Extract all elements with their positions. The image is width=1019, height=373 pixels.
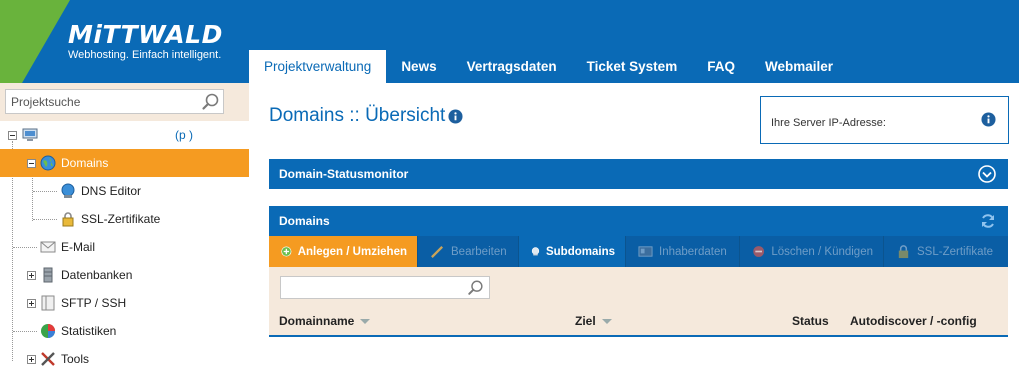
tab-ticket-system[interactable]: Ticket System: [572, 50, 693, 83]
info-icon[interactable]: [981, 112, 996, 127]
sidebar: (p ) Domains DNS Editor SSL-Zertifikate: [0, 83, 249, 373]
project-search-area: [0, 83, 249, 121]
search-icon[interactable]: [201, 92, 221, 112]
sidebar-item-label: Domains: [61, 156, 109, 170]
computer-icon: [22, 128, 38, 141]
sidebar-item-label: Tools: [61, 352, 90, 366]
subdomains-icon: [531, 247, 540, 256]
owner-data-button[interactable]: Inhaberdaten: [626, 236, 740, 267]
tree-line: [13, 247, 37, 248]
column-label: Ziel: [575, 314, 596, 328]
edit-button[interactable]: Bearbeiten: [418, 236, 519, 267]
sidebar-item-tools[interactable]: Tools: [0, 345, 249, 373]
tree-line: [33, 219, 57, 220]
tree-line: [33, 191, 57, 192]
tab-projektverwaltung[interactable]: Projektverwaltung: [249, 50, 387, 83]
tab-webmailer[interactable]: Webmailer: [750, 50, 848, 83]
refresh-icon[interactable]: [980, 213, 996, 229]
project-search-input[interactable]: [5, 89, 224, 114]
filter-area: [269, 267, 1008, 305]
sidebar-item-label: SSL-Zertifikate: [81, 212, 161, 226]
project-id[interactable]: (p ): [175, 121, 193, 149]
logo-tagline: Webhosting. Einfach intelligent.: [68, 49, 222, 61]
owner-data-label: Inhaberdaten: [659, 245, 727, 258]
id-card-icon: [638, 246, 653, 257]
sidebar-item-label: Statistiken: [61, 324, 117, 338]
subdomains-button[interactable]: Subdomains: [519, 236, 626, 267]
globe-icon: [40, 155, 56, 171]
sidebar-item-sftp-ssh[interactable]: SFTP / SSH: [0, 289, 249, 317]
column-label: Domainname: [279, 314, 355, 328]
add-domain-button[interactable]: Anlegen / Umziehen: [269, 236, 418, 267]
lock-icon: [62, 212, 74, 227]
lock-icon: [898, 245, 909, 259]
sort-icon: [601, 319, 612, 325]
sidebar-item-label: DNS Editor: [81, 184, 142, 198]
brand-stripe-edge: [22, 0, 70, 83]
server-icon: [41, 295, 55, 311]
tree-line: [13, 331, 37, 332]
pie-chart-icon: [41, 324, 55, 338]
chevron-down-icon[interactable]: [978, 165, 996, 183]
page-title: Domains :: Übersicht: [269, 105, 446, 126]
domain-filter-input[interactable]: [280, 276, 490, 299]
tab-news[interactable]: News: [386, 50, 451, 83]
expand-toggle[interactable]: [27, 271, 36, 280]
sidebar-item-statistiken[interactable]: Statistiken: [0, 317, 249, 345]
subdomains-label: Subdomains: [545, 245, 615, 258]
expand-toggle[interactable]: [27, 299, 36, 308]
sidebar-item-dns-editor[interactable]: DNS Editor: [0, 177, 249, 205]
main-content: Domains :: Übersicht Ihre Server IP-Adre…: [249, 83, 1019, 373]
sidebar-item-label: E-Mail: [61, 240, 96, 254]
domains-panel-title: Domains: [279, 214, 330, 228]
sidebar-item-datenbanken[interactable]: Datenbanken: [0, 261, 249, 289]
ssl-certificates-label: SSL-Zertifikate: [917, 245, 994, 258]
delete-label: Löschen / Kündigen: [771, 245, 873, 258]
dns-icon: [61, 183, 75, 198]
delete-icon: [753, 246, 765, 257]
main-nav: Projektverwaltung News Vertragsdaten Tic…: [249, 50, 848, 83]
tools-icon: [41, 352, 55, 366]
domains-table-header: Domainname Ziel Status Autodiscover / -c…: [269, 305, 1008, 337]
domains-panel-header: Domains: [269, 206, 1008, 236]
sidebar-item-label: SFTP / SSH: [61, 296, 127, 310]
column-ziel[interactable]: Ziel: [575, 305, 612, 337]
delete-button[interactable]: Löschen / Kündigen: [740, 236, 884, 267]
status-monitor-header[interactable]: Domain-Statusmonitor: [269, 159, 1008, 189]
header: MiTTWALD Webhosting. Einfach intelligent…: [0, 0, 1019, 83]
sort-icon: [360, 319, 371, 325]
add-domain-label: Anlegen / Umziehen: [297, 245, 407, 258]
expand-toggle[interactable]: [27, 355, 36, 364]
collapse-toggle[interactable]: [8, 131, 17, 140]
search-icon[interactable]: [467, 279, 485, 297]
sidebar-item-ssl-zertifikate[interactable]: SSL-Zertifikate: [0, 205, 249, 233]
plus-circle-icon: [281, 246, 292, 257]
column-status[interactable]: Status: [792, 305, 829, 337]
status-monitor-title: Domain-Statusmonitor: [279, 167, 409, 181]
sidebar-item-domains[interactable]: Domains: [0, 149, 249, 177]
server-ip-label: Ihre Server IP-Adresse:: [771, 117, 886, 129]
database-icon: [43, 267, 53, 283]
server-ip-box: Ihre Server IP-Adresse:: [760, 96, 1009, 144]
logo[interactable]: MiTTWALD Webhosting. Einfach intelligent…: [68, 20, 223, 62]
brand-stripe: [0, 0, 22, 83]
tab-vertragsdaten[interactable]: Vertragsdaten: [452, 50, 572, 83]
tab-faq[interactable]: FAQ: [692, 50, 750, 83]
column-domainname[interactable]: Domainname: [279, 305, 371, 337]
info-icon[interactable]: [448, 109, 463, 124]
column-autodiscover[interactable]: Autodiscover / -config: [850, 305, 977, 337]
edit-label: Bearbeiten: [451, 245, 507, 258]
pencil-icon: [431, 245, 444, 258]
sidebar-item-email[interactable]: E-Mail: [0, 233, 249, 261]
sidebar-item-label: Datenbanken: [61, 268, 133, 282]
logo-name: MiTTWALD: [68, 20, 223, 49]
domain-toolbar: Anlegen / Umziehen Bearbeiten Subdomains…: [269, 236, 1008, 267]
tree-row-project[interactable]: (p ): [0, 121, 249, 149]
collapse-toggle[interactable]: [27, 159, 36, 168]
envelope-icon: [40, 241, 56, 253]
ssl-certificates-button[interactable]: SSL-Zertifikate: [884, 236, 1008, 267]
